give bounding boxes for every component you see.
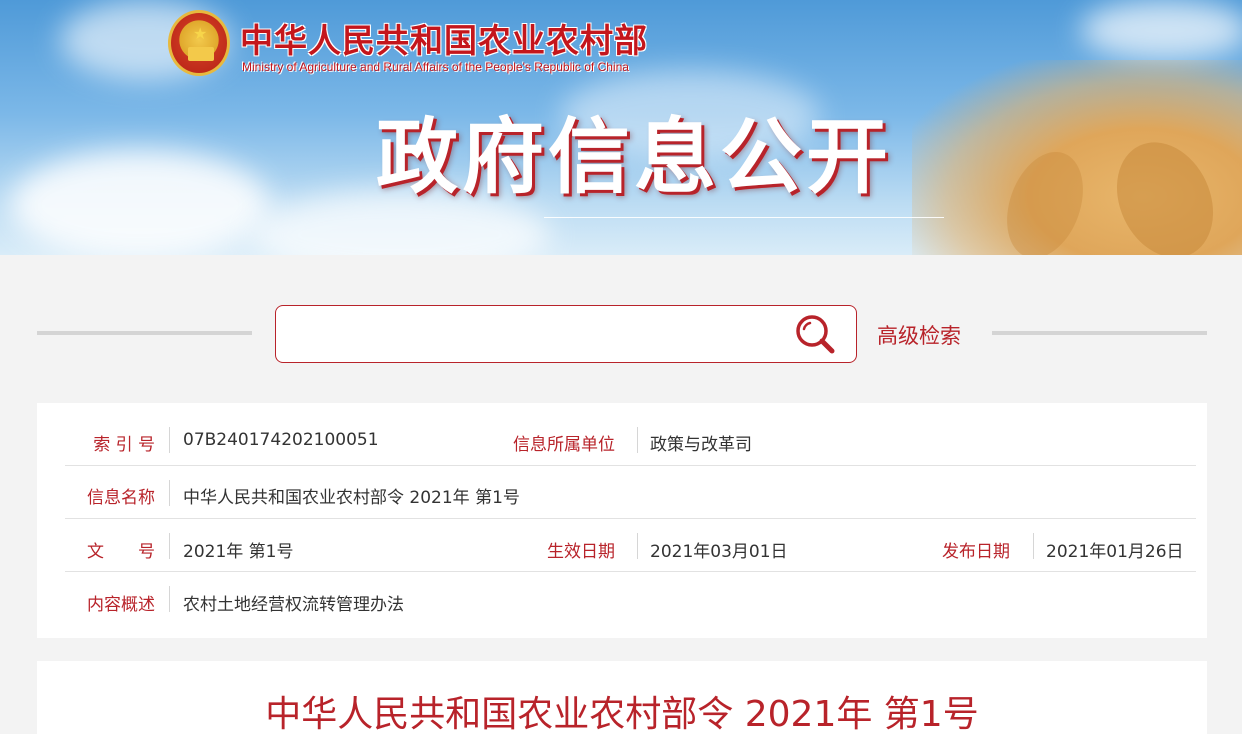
info-row: 信息名称 中华人民共和国农业农村部令 2021年 第1号: [65, 466, 1196, 519]
column-separator: [637, 533, 638, 559]
summary-label: 内容概述: [87, 595, 155, 615]
unit-label: 信息所属单位: [513, 435, 615, 455]
column-separator: [637, 427, 638, 453]
column-separator: [169, 427, 170, 453]
cloud-decoration: [1080, 0, 1242, 60]
info-table: 索 引 号 07B240174202100051 信息所属单位 政策与改革司 信…: [37, 403, 1207, 638]
decorative-divider: [992, 331, 1207, 335]
name-label: 信息名称: [87, 488, 155, 508]
info-row: 内容概述 农村土地经营权流转管理办法: [65, 572, 1196, 625]
cloud-decoration: [10, 150, 270, 255]
docno-value: 2021年 第1号: [183, 542, 294, 562]
index-value: 07B240174202100051: [183, 430, 379, 450]
banner-title: 政府信息公开: [376, 110, 893, 205]
column-separator: [169, 480, 170, 506]
search-input[interactable]: [290, 316, 790, 352]
ministry-name-cn[interactable]: 中华人民共和国农业农村部: [240, 14, 648, 60]
gate-icon: [188, 47, 214, 61]
unit-value: 政策与改革司: [650, 435, 752, 455]
column-separator: [169, 586, 170, 612]
search-icon[interactable]: [794, 313, 836, 355]
docno-label: 文 号: [87, 542, 155, 562]
column-separator: [169, 533, 170, 559]
summary-value: 农村土地经营权流转管理办法: [183, 595, 404, 615]
header-banner: ★ 中华人民共和国农业农村部 Ministry of Agriculture a…: [0, 0, 1242, 255]
effective-date-value: 2021年03月01日: [650, 542, 788, 562]
index-label: 索 引 号: [93, 435, 155, 455]
info-row: 文 号 2021年 第1号 生效日期 2021年03月01日 发布日期 2021…: [65, 519, 1196, 572]
search-box[interactable]: [275, 305, 857, 363]
name-value: 中华人民共和国农业农村部令 2021年 第1号: [183, 488, 520, 508]
publish-date-value: 2021年01月26日: [1046, 542, 1184, 562]
national-emblem-icon[interactable]: ★: [168, 10, 230, 76]
document-content: 中华人民共和国农业农村部令 2021年 第1号: [37, 661, 1207, 734]
advanced-search-link[interactable]: 高级检索: [877, 320, 961, 350]
info-row: 索 引 号 07B240174202100051 信息所属单位 政策与改革司: [65, 413, 1196, 466]
column-separator: [1033, 533, 1034, 559]
star-icon: ★: [193, 24, 208, 43]
decorative-divider: [37, 331, 252, 335]
document-title: 中华人民共和国农业农村部令 2021年 第1号: [265, 694, 979, 734]
publish-date-label: 发布日期: [942, 542, 1010, 562]
effective-date-label: 生效日期: [547, 542, 615, 562]
ministry-name-en: Ministry of Agriculture and Rural Affair…: [242, 60, 629, 74]
banner-underline: [544, 217, 944, 218]
